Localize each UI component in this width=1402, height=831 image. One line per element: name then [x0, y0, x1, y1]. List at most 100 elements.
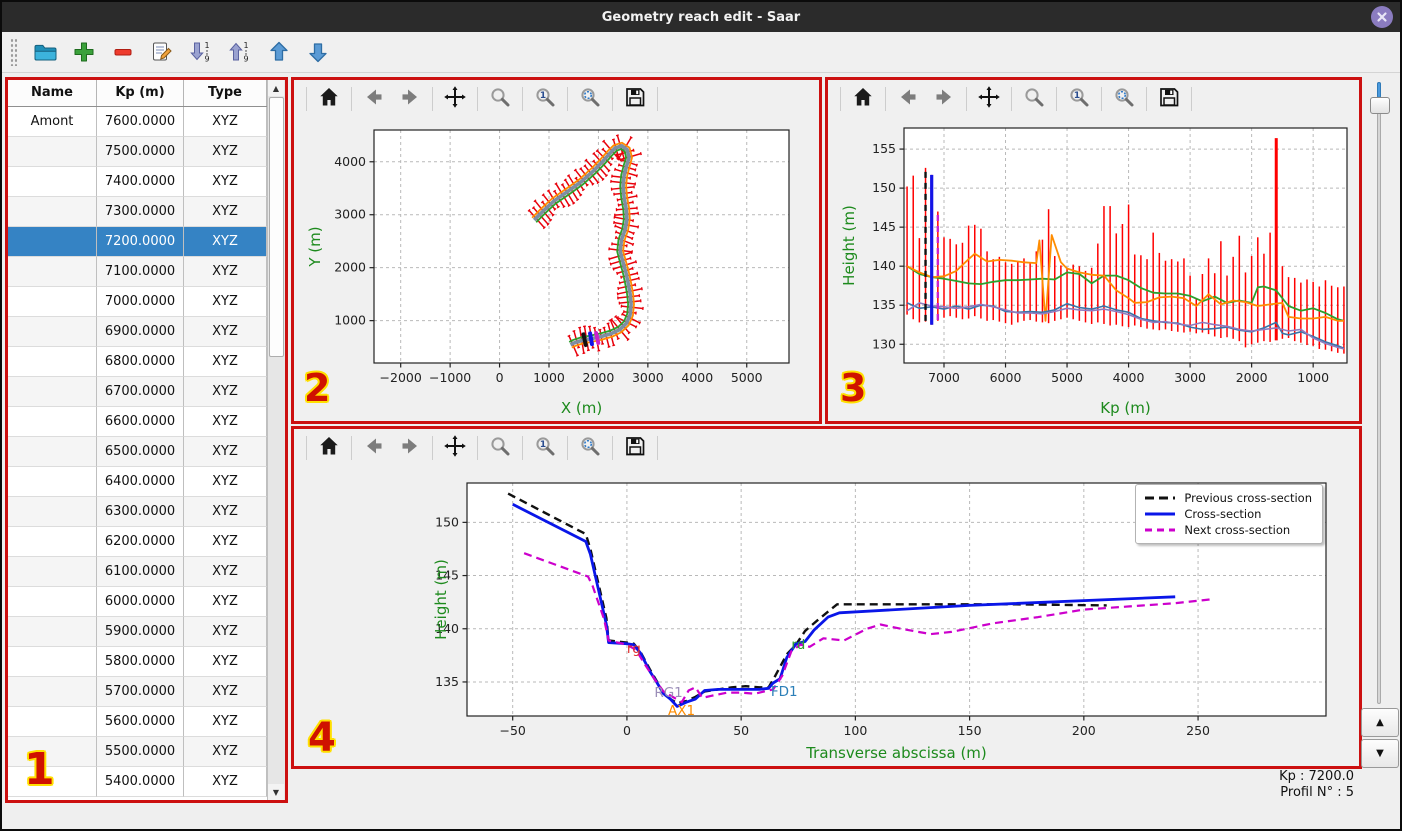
table-row[interactable]: 5800.0000 XYZ [8, 647, 268, 677]
profile-slider-track[interactable] [1377, 82, 1381, 704]
table-scrollbar-thumb[interactable] [269, 97, 284, 357]
pan-button[interactable] [441, 85, 469, 113]
table-row[interactable]: 6800.0000 XYZ [8, 347, 268, 377]
table-row[interactable]: 6400.0000 XYZ [8, 467, 268, 497]
sort-ascending-button[interactable]: 1 9 [186, 37, 216, 67]
svg-text:3000: 3000 [334, 207, 366, 222]
table-scrollbar[interactable]: ▲ ▼ [267, 80, 285, 800]
zoom-selection-button[interactable] [576, 85, 604, 113]
table-row[interactable]: Amont 7600.0000 XYZ [8, 107, 268, 137]
zoom-initial-button[interactable]: 1 [531, 85, 559, 113]
table-row[interactable]: 6700.0000 XYZ [8, 377, 268, 407]
cell-name [8, 347, 97, 377]
table-scroll-up-button[interactable]: ▲ [268, 80, 284, 96]
table-row[interactable]: 5700.0000 XYZ [8, 677, 268, 707]
cell-type: XYZ [184, 737, 267, 767]
pan-button[interactable] [975, 85, 1003, 113]
window-title: Geometry reach edit - Saar [601, 9, 801, 25]
svg-text:1000: 1000 [533, 370, 565, 385]
cell-name [8, 227, 97, 257]
svg-text:155: 155 [872, 141, 896, 156]
back-button[interactable] [360, 434, 388, 462]
profile-down-button[interactable]: ▼ [1361, 739, 1399, 768]
home-icon [851, 85, 875, 113]
forward-button[interactable] [930, 85, 958, 113]
table-row[interactable]: 7000.0000 XYZ [8, 287, 268, 317]
zoom-button[interactable] [486, 85, 514, 113]
legend-label-current: Cross-section [1184, 507, 1262, 521]
svg-text:9: 9 [243, 55, 248, 64]
home-button[interactable] [315, 434, 343, 462]
cell-type: XYZ [184, 347, 267, 377]
svg-text:150: 150 [435, 514, 459, 529]
table-row[interactable]: 7500.0000 XYZ [8, 137, 268, 167]
table-row[interactable]: 6500.0000 XYZ [8, 437, 268, 467]
svg-text:200: 200 [1072, 723, 1096, 738]
save-button[interactable] [621, 85, 649, 113]
forward-button[interactable] [396, 85, 424, 113]
back-button[interactable] [894, 85, 922, 113]
remove-button[interactable] [108, 37, 138, 67]
svg-text:145: 145 [872, 219, 896, 234]
profile-slider-handle[interactable] [1370, 97, 1390, 114]
longitudinal-profile-panel: 1 7000 6000 5000 4000 3000 2000 1000 130 135 140 1… [825, 77, 1362, 424]
plan-view-canvas[interactable]: −2000 −1000 0 1000 2000 3000 4000 5000 1000 2000 3… [294, 118, 819, 421]
table-row[interactable]: 7200.0000 XYZ [8, 227, 268, 257]
back-button[interactable] [360, 85, 388, 113]
close-button[interactable] [1371, 6, 1393, 28]
toolbar-separator [657, 436, 658, 460]
longitudinal-profile-canvas[interactable]: 7000 6000 5000 4000 3000 2000 1000 130 135 140 145… [828, 118, 1359, 421]
toolbar-separator [522, 436, 523, 460]
cell-kp: 6500.0000 [97, 437, 184, 467]
table-row[interactable]: 7300.0000 XYZ [8, 197, 268, 227]
cell-type: XYZ [184, 317, 267, 347]
table-scroll-down-button[interactable]: ▼ [268, 784, 284, 800]
svg-text:3000: 3000 [1174, 370, 1206, 385]
toolbar-separator [567, 87, 568, 111]
sort-descending-button[interactable]: 1 9 [225, 37, 255, 67]
zoom-button[interactable] [486, 434, 514, 462]
table-row[interactable]: 6100.0000 XYZ [8, 557, 268, 587]
profile-up-button[interactable]: ▲ [1361, 708, 1399, 737]
zoom-button[interactable] [1020, 85, 1048, 113]
zoom-initial-icon: 1 [533, 434, 557, 462]
toolbar-drag-handle[interactable] [10, 38, 17, 66]
save-button[interactable] [1155, 85, 1183, 113]
zoom-icon [488, 85, 512, 113]
zoom-initial-button[interactable]: 1 [1065, 85, 1093, 113]
y-axis-label: Height (m) [432, 559, 450, 640]
table-row[interactable]: 5900.0000 XYZ [8, 617, 268, 647]
home-button[interactable] [315, 85, 343, 113]
zoom-initial-button[interactable]: 1 [531, 434, 559, 462]
table-row[interactable]: 6200.0000 XYZ [8, 527, 268, 557]
home-button[interactable] [849, 85, 877, 113]
svg-text:5000: 5000 [731, 370, 763, 385]
move-up-button[interactable] [264, 37, 294, 67]
open-button[interactable] [30, 37, 60, 67]
y-tick-labels: 130 135 140 145 150 155 [872, 141, 896, 351]
table-row[interactable]: 6300.0000 XYZ [8, 497, 268, 527]
table-row[interactable]: 7100.0000 XYZ [8, 257, 268, 287]
forward-button[interactable] [396, 434, 424, 462]
column-header-kp: Kp (m) [97, 80, 184, 106]
table-row[interactable]: 6900.0000 XYZ [8, 317, 268, 347]
add-button[interactable] [69, 37, 99, 67]
x-axis-label: Kp (m) [1100, 399, 1150, 417]
move-down-button[interactable] [303, 37, 333, 67]
svg-text:−1000: −1000 [429, 370, 471, 385]
table-row[interactable]: 7400.0000 XYZ [8, 167, 268, 197]
longitudinal-profile-toolbar: 1 [828, 80, 1359, 118]
table-row[interactable]: 6000.0000 XYZ [8, 587, 268, 617]
zoom-selection-button[interactable] [576, 434, 604, 462]
pan-button[interactable] [441, 434, 469, 462]
cell-name [8, 557, 97, 587]
highlighted-sections [581, 330, 601, 348]
zoom-selection-button[interactable] [1110, 85, 1138, 113]
table-row[interactable]: 6600.0000 XYZ [8, 407, 268, 437]
table-row[interactable]: 5600.0000 XYZ [8, 707, 268, 737]
edit-button[interactable] [147, 37, 177, 67]
cell-kp: 5900.0000 [97, 617, 184, 647]
save-button[interactable] [621, 434, 649, 462]
pan-icon [443, 85, 467, 113]
svg-text:1000: 1000 [334, 313, 366, 328]
